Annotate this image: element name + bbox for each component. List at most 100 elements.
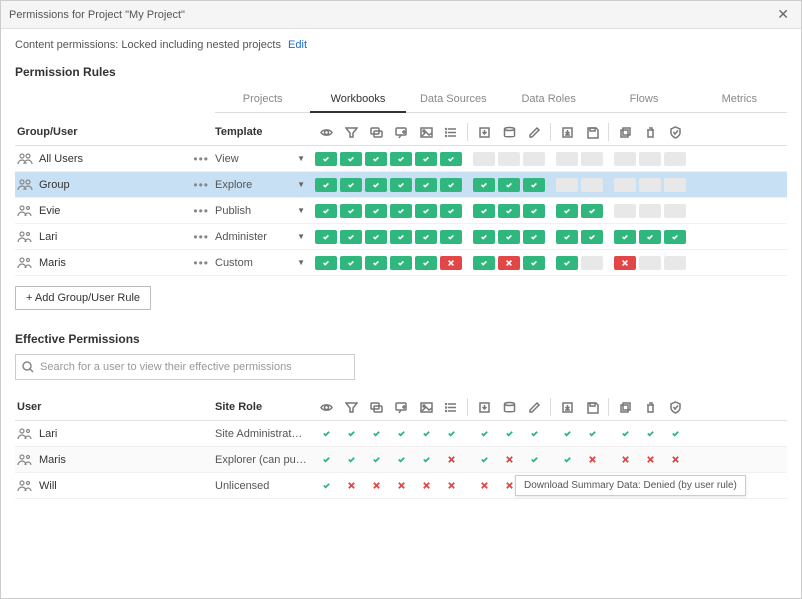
capability-cell[interactable] [415,178,437,192]
capability-cell[interactable] [581,152,603,166]
tab-data-roles[interactable]: Data Roles [501,87,596,113]
row-actions-menu[interactable]: ••• [187,178,215,192]
capability-cell[interactable] [365,256,387,270]
capability-cell[interactable] [498,230,520,244]
tab-workbooks[interactable]: Workbooks [310,87,405,113]
template-dropdown[interactable]: Publish▼ [215,205,315,217]
tab-data-sources[interactable]: Data Sources [406,87,501,113]
capability-cell[interactable] [315,178,337,192]
capability-cell[interactable] [664,152,686,166]
capability-cell[interactable] [556,204,578,218]
capability-cell[interactable] [523,230,545,244]
capability-cell[interactable] [614,204,636,218]
template-dropdown[interactable]: Administer▼ [215,231,315,243]
search-box[interactable] [15,354,355,380]
tab-flows[interactable]: Flows [596,87,691,113]
capability-cell[interactable] [581,230,603,244]
capability-cell[interactable] [581,178,603,192]
capability-cell[interactable] [415,256,437,270]
effective-row[interactable]: MarisExplorer (can pu… [15,447,787,473]
row-actions-menu[interactable]: ••• [187,230,215,244]
capability-cell[interactable] [340,256,362,270]
row-actions-menu[interactable]: ••• [187,256,215,270]
tab-metrics[interactable]: Metrics [692,87,787,113]
rule-row[interactable]: Evie•••Publish▼ [15,198,787,224]
capability-cell[interactable] [473,256,495,270]
capability-cell[interactable] [473,178,495,192]
capability-cell[interactable] [390,256,412,270]
capability-cell[interactable] [340,204,362,218]
capability-cell[interactable] [473,152,495,166]
capability-cell[interactable] [556,178,578,192]
capability-cell[interactable] [473,204,495,218]
row-actions-menu[interactable]: ••• [187,152,215,166]
capability-cell[interactable] [315,152,337,166]
capability-cell[interactable] [390,204,412,218]
capability-cell[interactable] [390,152,412,166]
capability-cell[interactable] [498,204,520,218]
capability-cell[interactable] [390,230,412,244]
template-dropdown[interactable]: View▼ [215,153,315,165]
capability-cell[interactable] [315,230,337,244]
capability-cell[interactable] [639,256,661,270]
template-dropdown[interactable]: Explore▼ [215,179,315,191]
add-group-user-rule-button[interactable]: + Add Group/User Rule [15,286,151,310]
capability-cell[interactable] [639,230,661,244]
capability-cell[interactable] [523,152,545,166]
capability-cell[interactable] [440,178,462,192]
capability-cell[interactable] [340,230,362,244]
capability-cell[interactable] [498,256,520,270]
close-icon[interactable]: ✕ [773,6,793,23]
capability-cell[interactable] [639,152,661,166]
effective-row[interactable]: LariSite Administrat… [15,421,787,447]
capability-cell[interactable] [440,152,462,166]
rule-row[interactable]: All Users•••View▼ [15,146,787,172]
capability-cell[interactable] [440,256,462,270]
search-input[interactable] [40,361,348,373]
capability-cell[interactable] [614,178,636,192]
capability-cell[interactable] [639,204,661,218]
capability-cell[interactable] [415,204,437,218]
capability-cell[interactable] [664,230,686,244]
capability-cell[interactable] [315,256,337,270]
capability-cell[interactable] [440,204,462,218]
capability-cell[interactable] [639,178,661,192]
edit-link[interactable]: Edit [288,39,307,51]
capability-cell[interactable] [365,230,387,244]
capability-cell[interactable] [315,204,337,218]
rule-row[interactable]: Lari•••Administer▼ [15,224,787,250]
capability-cell[interactable] [415,152,437,166]
tab-projects[interactable]: Projects [215,87,310,113]
capability-cell[interactable] [498,178,520,192]
capability-cell[interactable] [365,178,387,192]
capability-cell[interactable] [614,256,636,270]
capability-cell[interactable] [664,256,686,270]
capability-cell[interactable] [664,178,686,192]
capability-cell[interactable] [440,230,462,244]
capability-cell[interactable] [473,230,495,244]
capability-cell[interactable] [581,204,603,218]
capability-cell[interactable] [415,230,437,244]
capability-cell[interactable] [556,152,578,166]
capability-cell[interactable] [340,178,362,192]
capability-cell[interactable] [523,204,545,218]
rule-row[interactable]: Maris•••Custom▼ [15,250,787,276]
capability-cell[interactable] [556,256,578,270]
template-dropdown[interactable]: Custom▼ [215,257,315,269]
capability-cell[interactable] [498,152,520,166]
capability-cell[interactable] [390,178,412,192]
capability-cell[interactable] [523,178,545,192]
capability-cell[interactable] [581,256,603,270]
row-actions-menu[interactable]: ••• [187,204,215,218]
capability-cell[interactable] [556,230,578,244]
capability-cell[interactable] [365,204,387,218]
capability-cell[interactable] [614,230,636,244]
capability-cell[interactable] [614,152,636,166]
capability-cell[interactable] [340,152,362,166]
capability-cell[interactable] [523,256,545,270]
rule-row[interactable]: Group•••Explore▼ [15,172,787,198]
effective-row[interactable]: WillUnlicensedDownload Summary Data: Den… [15,473,787,499]
capability-cell[interactable] [664,204,686,218]
capability-cell[interactable] [365,152,387,166]
delete-icon [639,123,661,141]
